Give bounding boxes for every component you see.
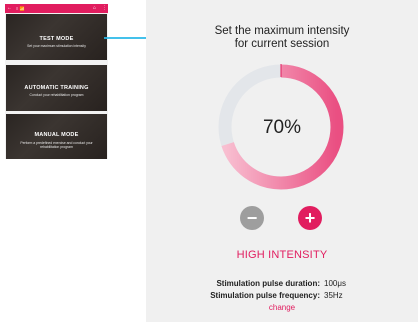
pulse-duration-label: Stimulation pulse duration: — [216, 279, 320, 288]
minus-icon: − — [246, 208, 258, 228]
intensity-value: 70% — [262, 117, 302, 138]
intensity-panel: Set the maximum intensity for current se… — [146, 0, 418, 322]
change-link[interactable]: change — [146, 303, 418, 312]
intensity-gauge[interactable] — [146, 0, 418, 200]
pulse-frequency-label: Stimulation pulse frequency: — [210, 291, 320, 300]
increase-button[interactable]: + — [298, 206, 322, 230]
pulse-frequency-value: 35Hz — [324, 291, 343, 300]
decrease-button[interactable]: − — [240, 206, 264, 230]
plus-icon: + — [304, 208, 316, 228]
intensity-level-label: HIGH INTENSITY — [236, 249, 328, 261]
pulse-duration-value: 100μs — [324, 279, 346, 288]
